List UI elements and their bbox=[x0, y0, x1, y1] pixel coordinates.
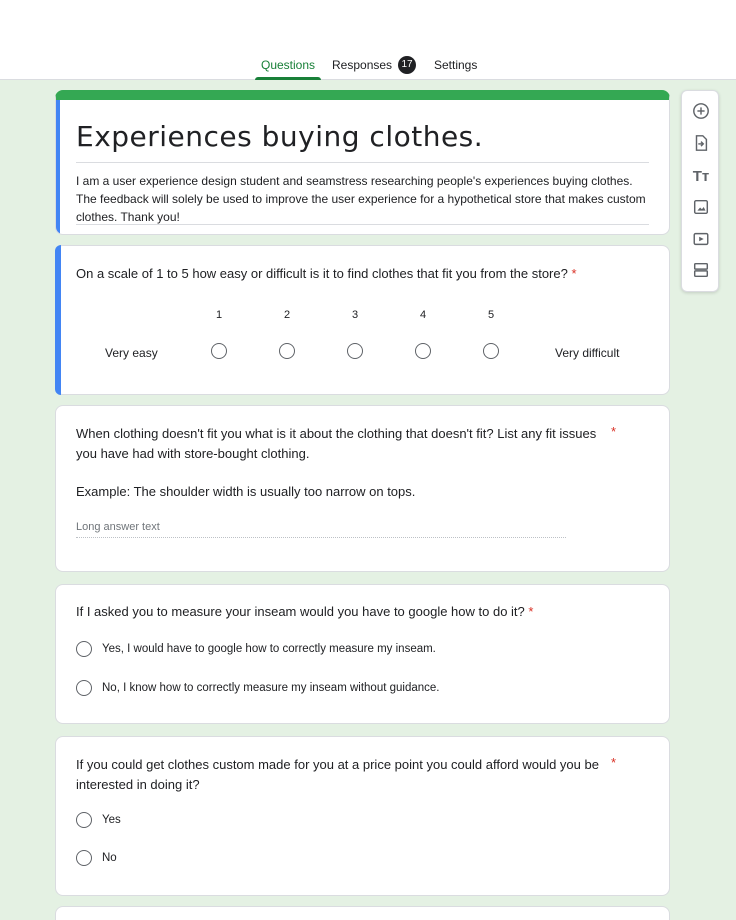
active-tab-indicator bbox=[255, 77, 321, 80]
scale-radio-1[interactable] bbox=[211, 343, 227, 359]
scale-radio-4[interactable] bbox=[415, 343, 431, 359]
scale-number: 2 bbox=[283, 309, 291, 321]
description-divider bbox=[76, 224, 649, 225]
option-label: No bbox=[102, 852, 117, 864]
floating-toolbar: Tт bbox=[681, 90, 719, 292]
tab-responses[interactable]: Responses 17 bbox=[332, 56, 417, 80]
question-text: If you could get clothes custom made for… bbox=[76, 757, 599, 792]
tab-questions[interactable]: Questions bbox=[255, 56, 321, 80]
scale-radio-5[interactable] bbox=[483, 343, 499, 359]
add-title-icon[interactable]: Tт bbox=[691, 166, 711, 186]
question-text: On a scale of 1 to 5 how easy or difficu… bbox=[76, 266, 568, 281]
radio-option[interactable]: No bbox=[76, 850, 117, 866]
tab-settings-label: Settings bbox=[434, 58, 478, 72]
option-label: Yes bbox=[102, 814, 121, 826]
question-card-linear-scale[interactable]: On a scale of 1 to 5 how easy or difficu… bbox=[55, 245, 670, 395]
radio-button[interactable] bbox=[76, 850, 92, 866]
tab-questions-label: Questions bbox=[260, 58, 316, 72]
add-image-icon[interactable] bbox=[691, 197, 711, 217]
add-video-icon[interactable] bbox=[691, 229, 711, 249]
question-card-multiple-choice[interactable]: If I asked you to measure your inseam wo… bbox=[55, 584, 670, 724]
scale-radio-3[interactable] bbox=[347, 343, 363, 359]
radio-button[interactable] bbox=[76, 680, 92, 696]
tab-settings[interactable]: Settings bbox=[434, 56, 477, 80]
add-section-icon[interactable] bbox=[691, 260, 711, 280]
form-header-card[interactable]: Experiences buying clothes. I am a user … bbox=[55, 90, 670, 235]
scale-number: 4 bbox=[419, 309, 427, 321]
radio-option[interactable]: Yes bbox=[76, 812, 121, 828]
selected-accent-bar bbox=[56, 100, 60, 234]
import-questions-icon[interactable] bbox=[691, 133, 711, 153]
scale-high-label: Very difficult bbox=[555, 346, 620, 360]
tab-bar: Questions Responses 17 Settings bbox=[0, 56, 736, 80]
question-card-long-answer[interactable]: When clothing doesn't fit you what is it… bbox=[55, 405, 670, 572]
required-asterisk: * bbox=[611, 424, 617, 439]
active-question-accent bbox=[55, 245, 61, 395]
scale-number: 3 bbox=[351, 309, 359, 321]
question-text: If I asked you to measure your inseam wo… bbox=[76, 604, 525, 619]
form-title[interactable]: Experiences buying clothes. bbox=[76, 120, 483, 153]
radio-button[interactable] bbox=[76, 812, 92, 828]
question-card-yes-no[interactable]: If you could get clothes custom made for… bbox=[55, 736, 670, 896]
scale-low-label: Very easy bbox=[105, 346, 158, 360]
scale-number: 5 bbox=[487, 309, 495, 321]
required-asterisk: * bbox=[528, 604, 534, 619]
radio-button[interactable] bbox=[76, 641, 92, 657]
scale-number: 1 bbox=[215, 309, 223, 321]
question-text: When clothing doesn't fit you what is it… bbox=[76, 426, 597, 461]
question-title: If I asked you to measure your inseam wo… bbox=[76, 602, 656, 622]
radio-option[interactable]: Yes, I would have to google how to corre… bbox=[76, 641, 436, 657]
tab-responses-label: Responses bbox=[332, 58, 393, 72]
top-bar: Questions Responses 17 Settings bbox=[0, 0, 736, 80]
option-label: No, I know how to correctly measure my i… bbox=[102, 682, 440, 694]
scale-radio-2[interactable] bbox=[279, 343, 295, 359]
option-label: Yes, I would have to google how to corre… bbox=[102, 643, 436, 655]
required-asterisk: * bbox=[571, 266, 577, 281]
question-card-next[interactable] bbox=[55, 906, 670, 920]
add-question-icon[interactable] bbox=[691, 101, 711, 121]
title-divider bbox=[76, 162, 649, 163]
question-title: On a scale of 1 to 5 how easy or difficu… bbox=[76, 264, 656, 284]
required-asterisk: * bbox=[611, 755, 617, 770]
radio-option[interactable]: No, I know how to correctly measure my i… bbox=[76, 680, 439, 696]
form-description[interactable]: I am a user experience design student an… bbox=[76, 172, 651, 226]
responses-count-badge: 17 bbox=[398, 56, 417, 74]
long-answer-field[interactable]: Long answer text bbox=[76, 521, 566, 538]
question-example: Example: The shoulder width is usually t… bbox=[76, 484, 416, 499]
